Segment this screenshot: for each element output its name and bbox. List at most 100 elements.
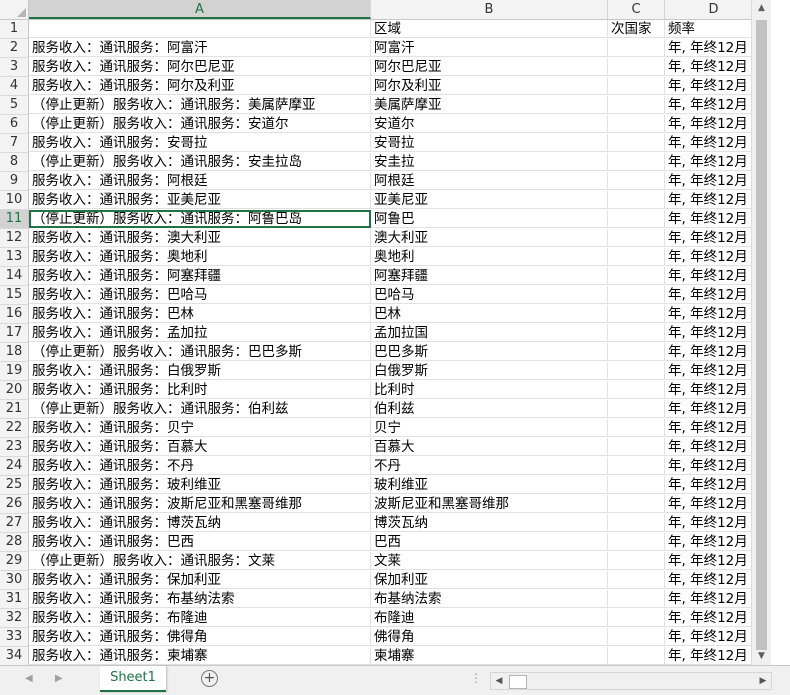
row-header[interactable]: 18	[0, 343, 29, 362]
cell-c[interactable]	[608, 153, 665, 171]
row-header[interactable]: 17	[0, 324, 29, 343]
cell-c[interactable]	[608, 286, 665, 304]
cell-b[interactable]: 博茨瓦纳	[371, 514, 608, 532]
cell-a[interactable]: 服务收入：通讯服务：巴西	[29, 533, 371, 551]
cell-a[interactable]: 服务收入：通讯服务：白俄罗斯	[29, 362, 371, 380]
cell-c[interactable]	[608, 58, 665, 76]
triangle-up-icon[interactable]: ▲	[752, 0, 771, 17]
cell-c[interactable]	[608, 647, 665, 665]
cell-b[interactable]: 佛得角	[371, 628, 608, 646]
cell-b[interactable]: 阿富汗	[371, 39, 608, 57]
cell-b[interactable]: 波斯尼亚和黑塞哥维那	[371, 495, 608, 513]
cell-c[interactable]	[608, 77, 665, 95]
cell-d[interactable]: 年, 年终12月	[665, 286, 763, 304]
cell-b[interactable]: 保加利亚	[371, 571, 608, 589]
cell-d[interactable]: 年, 年终12月	[665, 343, 763, 361]
cell-d[interactable]: 年, 年终12月	[665, 362, 763, 380]
cell-a[interactable]: 服务收入：通讯服务：贝宁	[29, 419, 371, 437]
cell-d[interactable]: 频率	[665, 20, 763, 38]
cell-a[interactable]: 服务收入：通讯服务：玻利维亚	[29, 476, 371, 494]
cell-d[interactable]: 年, 年终12月	[665, 438, 763, 456]
cell-c[interactable]	[608, 381, 665, 399]
cell-b[interactable]: 玻利维亚	[371, 476, 608, 494]
select-all-corner[interactable]	[0, 0, 29, 19]
cell-a[interactable]: （停止更新）服务收入：通讯服务：安圭拉岛	[29, 153, 371, 171]
cell-c[interactable]	[608, 514, 665, 532]
row-header[interactable]: 23	[0, 438, 29, 457]
row-header[interactable]: 4	[0, 77, 29, 96]
cell-b[interactable]: 澳大利亚	[371, 229, 608, 247]
row-header[interactable]: 19	[0, 362, 29, 381]
cell-a[interactable]: 服务收入：通讯服务：阿根廷	[29, 172, 371, 190]
cell-d[interactable]: 年, 年终12月	[665, 210, 763, 228]
plus-circle-icon[interactable]: +	[201, 670, 218, 687]
cell-b[interactable]: 不丹	[371, 457, 608, 475]
cell-d[interactable]: 年, 年终12月	[665, 324, 763, 342]
triangle-down-icon[interactable]: ▼	[752, 648, 771, 665]
cell-c[interactable]: 次国家	[608, 20, 665, 38]
cell-c[interactable]	[608, 96, 665, 114]
cell-a[interactable]: 服务收入：通讯服务：奥地利	[29, 248, 371, 266]
cell-b[interactable]: 阿鲁巴	[371, 210, 608, 228]
cell-c[interactable]	[608, 400, 665, 418]
row-header[interactable]: 34	[0, 647, 29, 665]
cell-b[interactable]: 百慕大	[371, 438, 608, 456]
row-header[interactable]: 32	[0, 609, 29, 628]
row-header[interactable]: 7	[0, 134, 29, 153]
cell-b[interactable]: 阿塞拜疆	[371, 267, 608, 285]
row-header[interactable]: 6	[0, 115, 29, 134]
triangle-right-icon[interactable]: ▶	[755, 673, 771, 689]
row-header[interactable]: 33	[0, 628, 29, 647]
cell-d[interactable]: 年, 年终12月	[665, 609, 763, 627]
cell-a[interactable]: （停止更新）服务收入：通讯服务：阿鲁巴岛	[29, 210, 371, 228]
row-header[interactable]: 1	[0, 20, 29, 39]
cell-c[interactable]	[608, 248, 665, 266]
cell-a[interactable]: （停止更新）服务收入：通讯服务：伯利兹	[29, 400, 371, 418]
horizontal-scrollbar[interactable]: ◀ ▶	[490, 672, 772, 690]
cell-a[interactable]: （停止更新）服务收入：通讯服务：美属萨摩亚	[29, 96, 371, 114]
sheet-tab[interactable]: Sheet1	[100, 666, 166, 692]
cell-c[interactable]	[608, 191, 665, 209]
row-header[interactable]: 24	[0, 457, 29, 476]
row-header[interactable]: 2	[0, 39, 29, 58]
cell-b[interactable]: 安圭拉	[371, 153, 608, 171]
cell-c[interactable]	[608, 609, 665, 627]
cell-b[interactable]: 伯利兹	[371, 400, 608, 418]
row-header[interactable]: 3	[0, 58, 29, 77]
cell-a[interactable]: 服务收入：通讯服务：巴林	[29, 305, 371, 323]
cell-c[interactable]	[608, 419, 665, 437]
cell-c[interactable]	[608, 552, 665, 570]
splitter-handle[interactable]: ⋮	[470, 671, 483, 685]
row-header[interactable]: 25	[0, 476, 29, 495]
cell-d[interactable]: 年, 年终12月	[665, 457, 763, 475]
cell-c[interactable]	[608, 343, 665, 361]
cell-b[interactable]: 布隆迪	[371, 609, 608, 627]
cell-a[interactable]: 服务收入：通讯服务：布基纳法索	[29, 590, 371, 608]
cell-d[interactable]: 年, 年终12月	[665, 533, 763, 551]
cell-c[interactable]	[608, 115, 665, 133]
cell-a[interactable]: 服务收入：通讯服务：阿塞拜疆	[29, 267, 371, 285]
cell-d[interactable]: 年, 年终12月	[665, 476, 763, 494]
cell-d[interactable]: 年, 年终12月	[665, 571, 763, 589]
cell-c[interactable]	[608, 533, 665, 551]
cell-d[interactable]: 年, 年终12月	[665, 400, 763, 418]
cell-b[interactable]: 比利时	[371, 381, 608, 399]
cell-d[interactable]: 年, 年终12月	[665, 419, 763, 437]
cell-d[interactable]: 年, 年终12月	[665, 381, 763, 399]
spreadsheet-grid[interactable]: A B C D 1 区域 次国家 频率 单 2服务收入：通讯服务：阿富汗阿富汗年…	[0, 0, 771, 665]
vertical-scroll-thumb[interactable]	[756, 20, 767, 650]
cell-a[interactable]: 服务收入：通讯服务：比利时	[29, 381, 371, 399]
row-header[interactable]: 20	[0, 381, 29, 400]
cell-b[interactable]: 巴哈马	[371, 286, 608, 304]
cell-b[interactable]: 布基纳法索	[371, 590, 608, 608]
row-header[interactable]: 14	[0, 267, 29, 286]
cell-d[interactable]: 年, 年终12月	[665, 77, 763, 95]
column-header-d[interactable]: D	[665, 0, 763, 19]
cell-b[interactable]: 柬埔寨	[371, 647, 608, 665]
cell-c[interactable]	[608, 571, 665, 589]
row-header[interactable]: 28	[0, 533, 29, 552]
row-header[interactable]: 22	[0, 419, 29, 438]
cell-b[interactable]: 安道尔	[371, 115, 608, 133]
cell-c[interactable]	[608, 590, 665, 608]
cell-a[interactable]: （停止更新）服务收入：通讯服务：文莱	[29, 552, 371, 570]
